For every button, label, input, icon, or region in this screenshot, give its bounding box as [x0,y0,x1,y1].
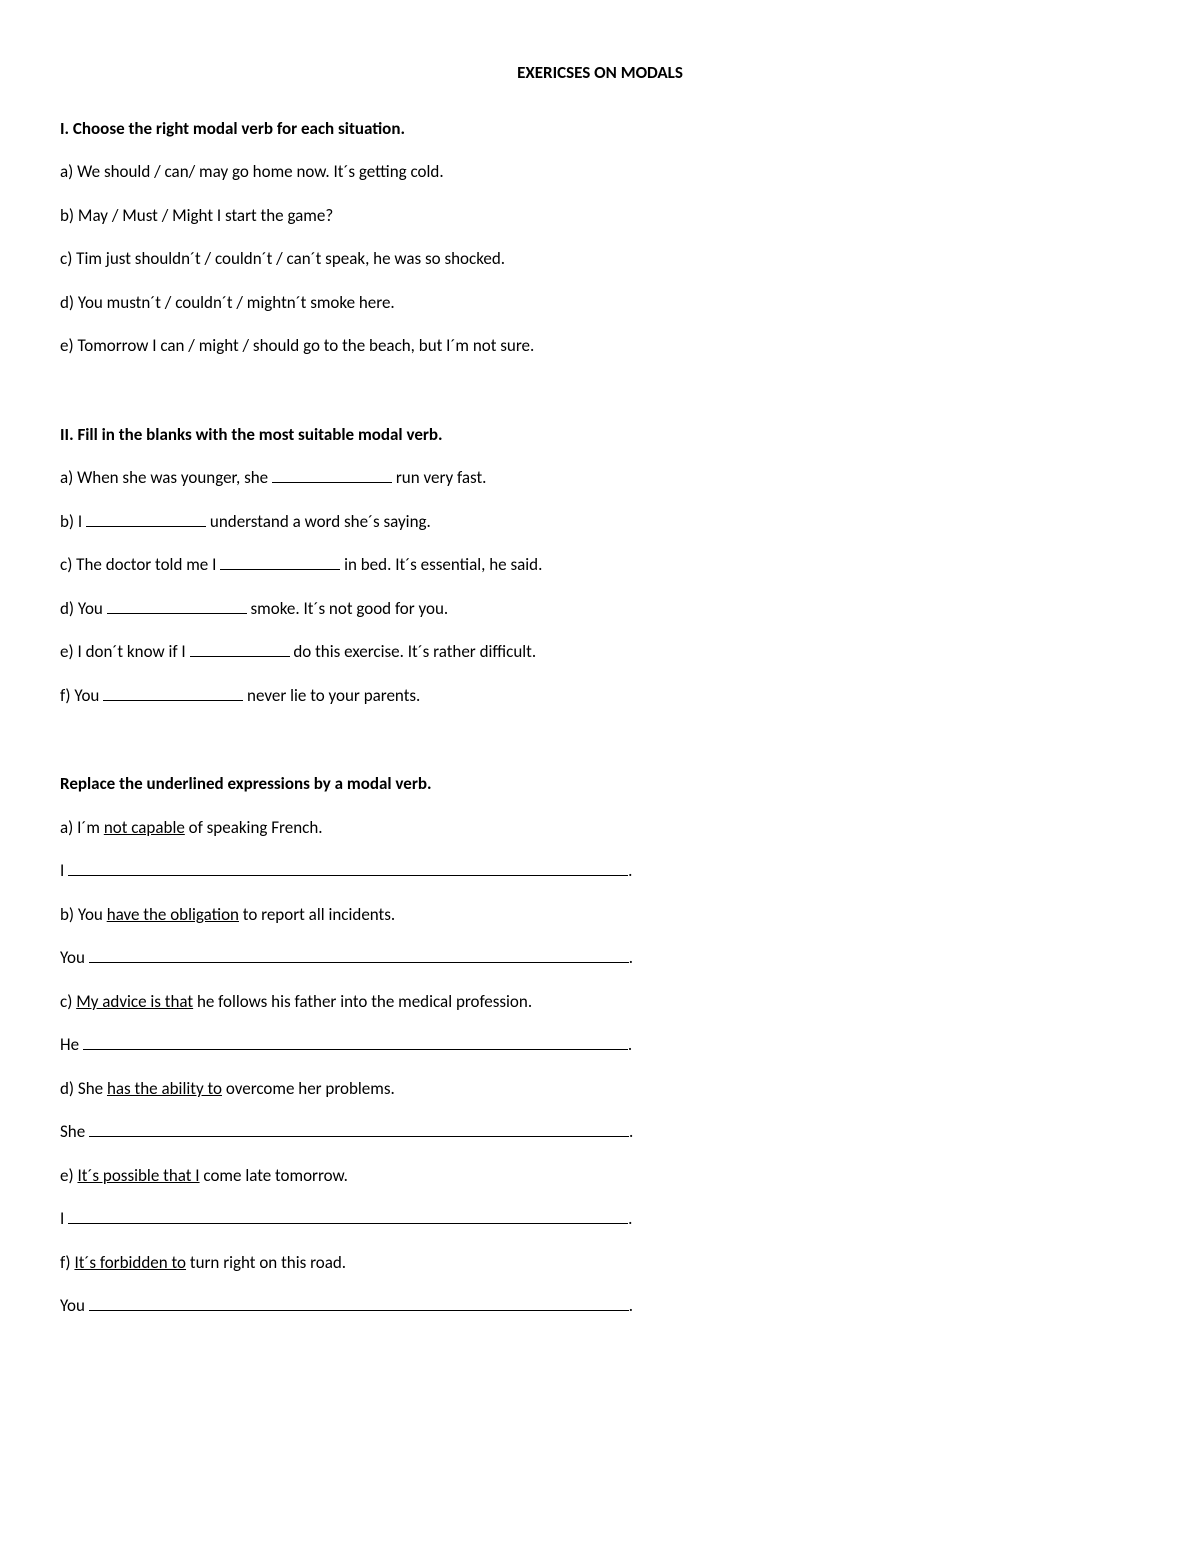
section3-b-post: to report all incidents. [239,904,395,925]
section3-item-d: d) She has the ability to overcome her p… [60,1076,1140,1102]
section2-item-d: d) You smoke. It´s not good for you. [60,596,1140,622]
section2-a-pre: a) When she was younger, she [60,467,272,488]
section2-c-pre: c) The doctor told me I [60,554,220,575]
section3-a-answer: I . [60,858,1140,884]
section2-d-pre: d) You [60,598,107,619]
blank-input[interactable] [83,1033,628,1050]
section3-a-pre: a) I´m [60,817,104,838]
section3-b-pre: b) You [60,904,107,925]
section2-e-post: do this exercise. It´s rather difficult. [290,641,537,662]
section2-item-e: e) I don´t know if I do this exercise. I… [60,639,1140,665]
section1-item-e: e) Tomorrow I can / might / should go to… [60,333,1140,359]
section3-f-post: turn right on this road. [186,1252,346,1273]
section2-f-post: never lie to your parents. [243,685,420,706]
section3-d-answer: She . [60,1119,1140,1145]
section3-e-underlined: It´s possible that I [77,1165,199,1186]
section3-item-c: c) My advice is that he follows his fath… [60,989,1140,1015]
section2-b-post: understand a word she´s saying. [206,511,431,532]
section3-f-ans-post: . [629,1295,633,1316]
section3-e-post: come late tomorrow. [200,1165,348,1186]
blank-input[interactable] [68,1207,628,1224]
section2-e-pre: e) I don´t know if I [60,641,190,662]
section3-a-ans-post: . [628,860,632,881]
section2-f-pre: f) You [60,685,103,706]
blank-input[interactable] [220,553,340,570]
section3-d-ans-post: . [629,1121,633,1142]
section3-e-ans-post: . [628,1208,632,1229]
section3-c-ans-pre: He [60,1034,83,1055]
blank-input[interactable] [89,1294,629,1311]
blank-input[interactable] [103,684,243,701]
section3-a-post: of speaking French. [185,817,323,838]
section3-e-answer: I . [60,1206,1140,1232]
section3-e-ans-pre: I [60,1208,68,1229]
section1-item-a: a) We should / can/ may go home now. It´… [60,159,1140,185]
blank-input[interactable] [272,466,392,483]
blank-input[interactable] [89,946,629,963]
section3-a-underlined: not capable [104,817,185,838]
section3-item-b: b) You have the obligation to report all… [60,902,1140,928]
section3-b-ans-post: . [629,947,633,968]
section3-f-underlined: It´s forbidden to [74,1252,186,1273]
section3-c-answer: He . [60,1032,1140,1058]
section1-item-c: c) Tim just shouldn´t / couldn´t / can´t… [60,246,1140,272]
blank-input[interactable] [190,640,290,657]
section3-c-ans-post: . [628,1034,632,1055]
section3-c-underlined: My advice is that [76,991,193,1012]
section3-d-pre: d) She [60,1078,107,1099]
section3-c-post: he follows his father into the medical p… [193,991,532,1012]
section3-b-underlined: have the obligation [107,904,239,925]
section2-item-c: c) The doctor told me I in bed. It´s ess… [60,552,1140,578]
blank-input[interactable] [107,597,247,614]
section3-c-pre: c) [60,991,76,1012]
section3-d-post: overcome her problems. [222,1078,395,1099]
document-title: EXERICSES ON MODALS [60,60,1140,86]
section3-d-underlined: has the ability to [107,1078,222,1099]
section3-f-answer: You . [60,1293,1140,1319]
section3-item-e: e) It´s possible that I come late tomorr… [60,1163,1140,1189]
section3-f-ans-pre: You [60,1295,89,1316]
section2-a-post: run very fast. [392,467,486,488]
section3-b-ans-pre: You [60,947,89,968]
section1-item-b: b) May / Must / Might I start the game? [60,203,1140,229]
section1-item-d: d) You mustn´t / couldn´t / mightn´t smo… [60,290,1140,316]
section3-d-ans-pre: She [60,1121,89,1142]
section1-heading: I. Choose the right modal verb for each … [60,116,1140,142]
blank-input[interactable] [68,859,628,876]
blank-input[interactable] [89,1120,629,1137]
section3-heading: Replace the underlined expressions by a … [60,771,1140,797]
section2-c-post: in bed. It´s essential, he said. [340,554,542,575]
section2-b-pre: b) I [60,511,86,532]
section3-item-f: f) It´s forbidden to turn right on this … [60,1250,1140,1276]
section2-item-a: a) When she was younger, she run very fa… [60,465,1140,491]
section3-a-ans-pre: I [60,860,68,881]
section3-f-pre: f) [60,1252,74,1273]
section3-e-pre: e) [60,1165,77,1186]
section3-b-answer: You . [60,945,1140,971]
section2-heading: II. Fill in the blanks with the most sui… [60,422,1140,448]
section3-item-a: a) I´m not capable of speaking French. [60,815,1140,841]
section2-item-b: b) I understand a word she´s saying. [60,509,1140,535]
section2-d-post: smoke. It´s not good for you. [247,598,449,619]
section2-item-f: f) You never lie to your parents. [60,683,1140,709]
blank-input[interactable] [86,510,206,527]
